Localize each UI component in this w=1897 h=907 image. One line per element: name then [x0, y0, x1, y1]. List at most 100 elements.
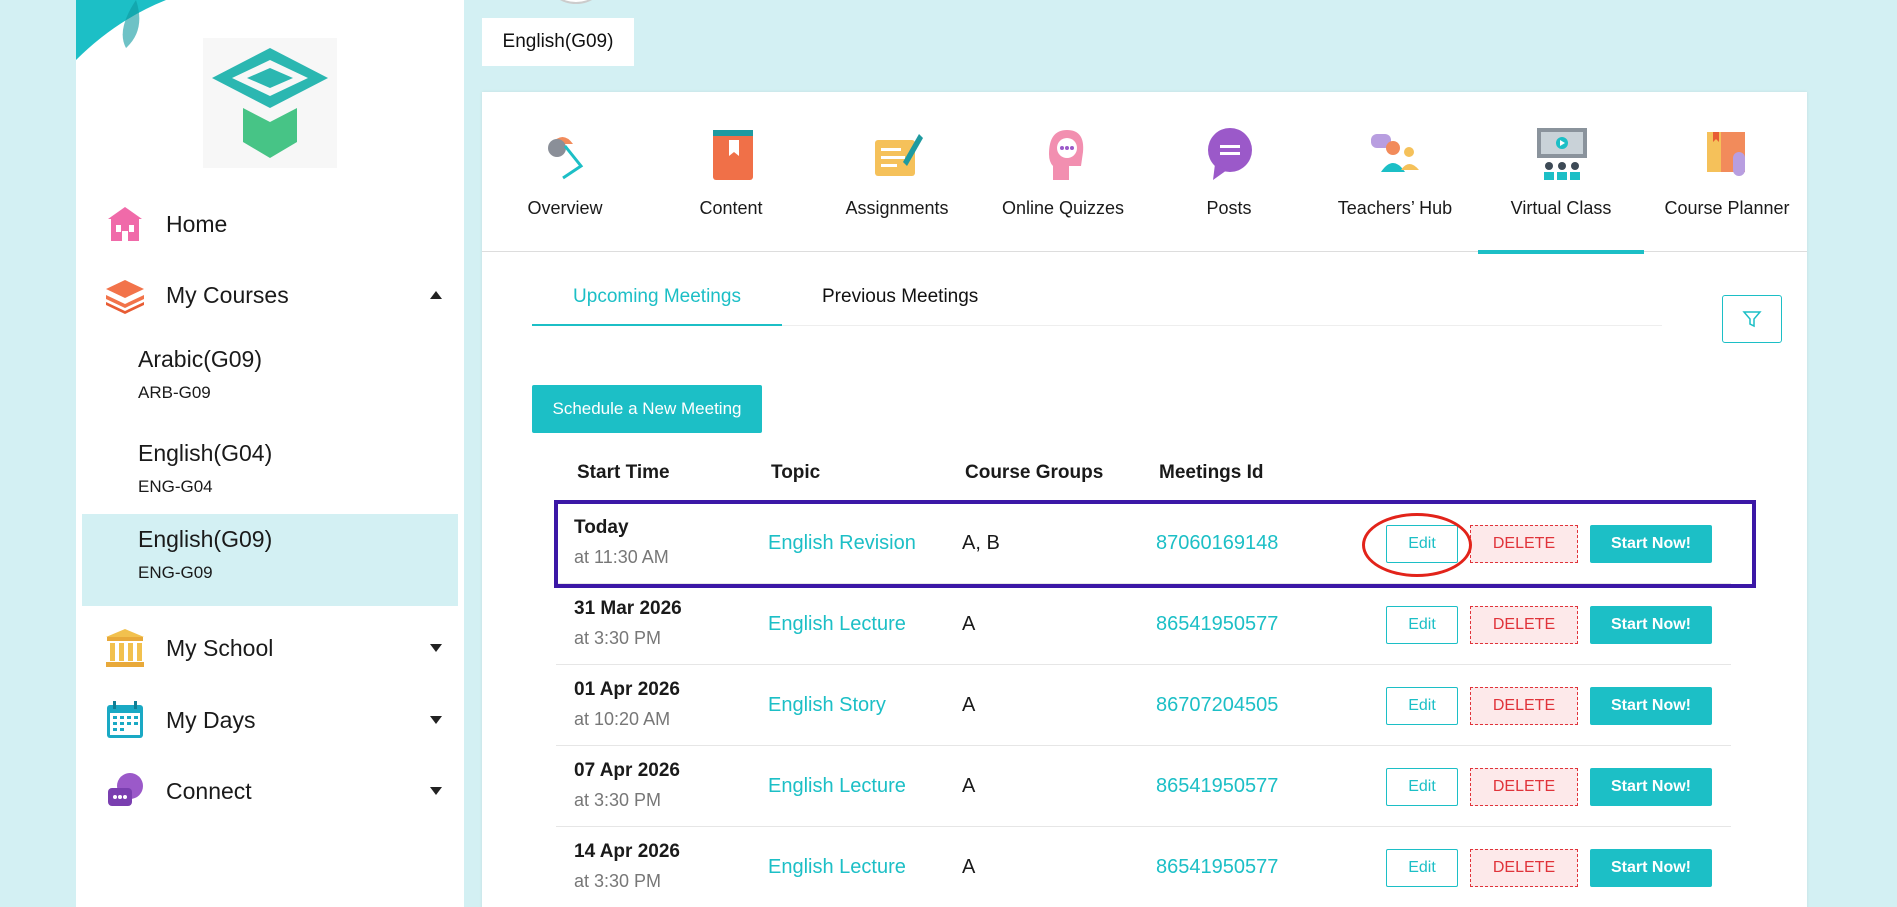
delete-button[interactable]: DELETE — [1470, 768, 1578, 806]
edit-button[interactable]: Edit — [1386, 768, 1458, 806]
meeting-id-link[interactable]: 86541950577 — [1156, 856, 1278, 879]
sidebar-item-label: Connect — [166, 777, 252, 804]
sidebar-item-my-courses[interactable]: My Courses — [76, 265, 464, 325]
tab-label: Posts — [1206, 198, 1252, 218]
meeting-groups: A — [962, 694, 976, 716]
meeting-groups: A — [962, 613, 976, 635]
filter-button[interactable] — [1722, 295, 1782, 343]
quiz-head-icon — [1049, 130, 1084, 180]
tab-content[interactable]: Content — [648, 92, 814, 252]
meeting-topic-link[interactable]: English Revision — [768, 532, 916, 555]
delete-button[interactable]: DELETE — [1470, 606, 1578, 644]
table-row: Today at 11:30 AM English Revision A, B … — [556, 503, 1731, 584]
chevron-up-icon[interactable] — [430, 291, 442, 299]
tab-label: Course Planner — [1664, 198, 1790, 218]
meeting-date: 31 Mar 2026 — [574, 598, 682, 619]
chevron-down-icon[interactable] — [430, 716, 442, 724]
course-code: ENG-G09 — [138, 563, 213, 582]
start-now-button[interactable]: Start Now! — [1590, 606, 1712, 644]
table-row: 14 Apr 2026 at 3:30 PM English Lecture A… — [556, 827, 1731, 907]
course-breadcrumb[interactable]: English(G09) — [482, 18, 634, 66]
chevron-down-icon[interactable] — [430, 787, 442, 795]
sidebar-item-label: Home — [166, 210, 228, 237]
meeting-time: at 3:30 PM — [574, 628, 662, 648]
course-name: Arabic(G09) — [138, 346, 262, 372]
col-header-meetings-id: Meetings Id — [1159, 462, 1264, 483]
start-now-button[interactable]: Start Now! — [1590, 768, 1712, 806]
meeting-date: 01 Apr 2026 — [574, 679, 680, 700]
meeting-date: 07 Apr 2026 — [574, 760, 680, 781]
start-now-button[interactable]: Start Now! — [1590, 687, 1712, 725]
tab-label: Overview — [527, 198, 603, 218]
delete-button[interactable]: DELETE — [1470, 525, 1578, 563]
meeting-id-link[interactable]: 87060169148 — [1156, 532, 1278, 555]
edit-button[interactable]: Edit — [1386, 849, 1458, 887]
overview-lamp-icon — [548, 137, 584, 180]
col-header-topic: Topic — [771, 462, 821, 483]
start-now-button[interactable]: Start Now! — [1590, 849, 1712, 887]
tab-upcoming-meetings[interactable]: Upcoming Meetings — [532, 282, 782, 326]
meeting-time: at 3:30 PM — [574, 790, 662, 810]
corner-fold-decoration — [76, 0, 166, 60]
teachers-hub-icon — [1371, 134, 1419, 172]
sidebar-course-arabic-g09[interactable]: Arabic(G09) ARB-G09 — [82, 334, 458, 426]
meeting-id-link[interactable]: 86707204505 — [1156, 694, 1278, 717]
tab-course-planner[interactable]: Course Planner — [1644, 92, 1810, 252]
tab-posts[interactable]: Posts — [1146, 92, 1312, 252]
meeting-groups: A — [962, 856, 976, 878]
speech-bubble-icon — [1208, 128, 1252, 180]
delete-button[interactable]: DELETE — [1470, 687, 1578, 725]
edit-button[interactable]: Edit — [1386, 606, 1458, 644]
assignment-pen-icon — [875, 134, 923, 176]
sidebar-item-label: My School — [166, 634, 274, 661]
sidebar: Home My Courses Arabic(G09) ARB-G09 Engl… — [76, 0, 464, 907]
tab-online-quizzes[interactable]: Online Quizzes — [980, 92, 1146, 252]
sidebar-item-my-school[interactable]: My School — [76, 618, 464, 678]
meeting-topic-link[interactable]: English Lecture — [768, 856, 906, 879]
course-code: ENG-G04 — [138, 477, 213, 496]
virtual-class-icon — [1537, 128, 1587, 180]
course-tool-tabs: Overview Content Assignments Online Quiz… — [482, 92, 1810, 254]
sidebar-course-english-g04[interactable]: English(G04) ENG-G04 — [82, 428, 458, 520]
sidebar-item-home[interactable]: Home — [76, 194, 464, 254]
tab-label: Content — [699, 198, 763, 218]
course-panel: Overview Content Assignments Online Quiz… — [482, 92, 1807, 907]
start-now-button[interactable]: Start Now! — [1590, 525, 1712, 563]
meeting-date: Today — [574, 517, 629, 538]
tab-label: Teachers’ Hub — [1337, 198, 1453, 218]
meeting-subtabs: Upcoming Meetings Previous Meetings — [532, 282, 1662, 326]
meeting-topic-link[interactable]: English Lecture — [768, 613, 906, 636]
filter-icon — [1742, 311, 1762, 328]
sidebar-item-label: My Days — [166, 706, 256, 733]
col-header-start-time: Start Time — [577, 462, 670, 483]
home-icon — [108, 207, 142, 241]
course-code: ARB-G09 — [138, 383, 211, 402]
edit-button[interactable]: Edit — [1386, 687, 1458, 725]
delete-button[interactable]: DELETE — [1470, 849, 1578, 887]
sidebar-course-english-g09[interactable]: English(G09) ENG-G09 — [82, 514, 458, 606]
course-name: English(G09) — [138, 526, 273, 552]
tab-label: Virtual Class — [1510, 198, 1612, 218]
school-icon — [106, 629, 144, 667]
meeting-id-link[interactable]: 86541950577 — [1156, 613, 1278, 636]
course-name: English(G04) — [138, 440, 273, 466]
edit-button[interactable]: Edit — [1386, 525, 1458, 563]
sidebar-item-label: My Courses — [166, 281, 289, 308]
schedule-meeting-button[interactable]: Schedule a New Meeting — [532, 385, 762, 433]
calendar-icon — [107, 701, 143, 738]
chevron-down-icon[interactable] — [430, 644, 442, 652]
meeting-topic-link[interactable]: English Lecture — [768, 775, 906, 798]
sidebar-item-connect[interactable]: Connect — [76, 761, 464, 821]
meeting-id-link[interactable]: 86541950577 — [1156, 775, 1278, 798]
tab-virtual-class[interactable]: Virtual Class — [1478, 92, 1644, 254]
tab-assignments[interactable]: Assignments — [814, 92, 980, 252]
meeting-time: at 11:30 AM — [574, 547, 669, 567]
tab-teachers-hub[interactable]: Teachers’ Hub — [1312, 92, 1478, 252]
sidebar-item-my-days[interactable]: My Days — [76, 690, 464, 750]
courses-stack-icon — [106, 280, 144, 314]
tab-previous-meetings[interactable]: Previous Meetings — [822, 282, 1022, 326]
app-logo — [203, 38, 337, 168]
book-icon — [713, 130, 753, 180]
tab-overview[interactable]: Overview — [482, 92, 648, 252]
meeting-topic-link[interactable]: English Story — [768, 694, 886, 717]
